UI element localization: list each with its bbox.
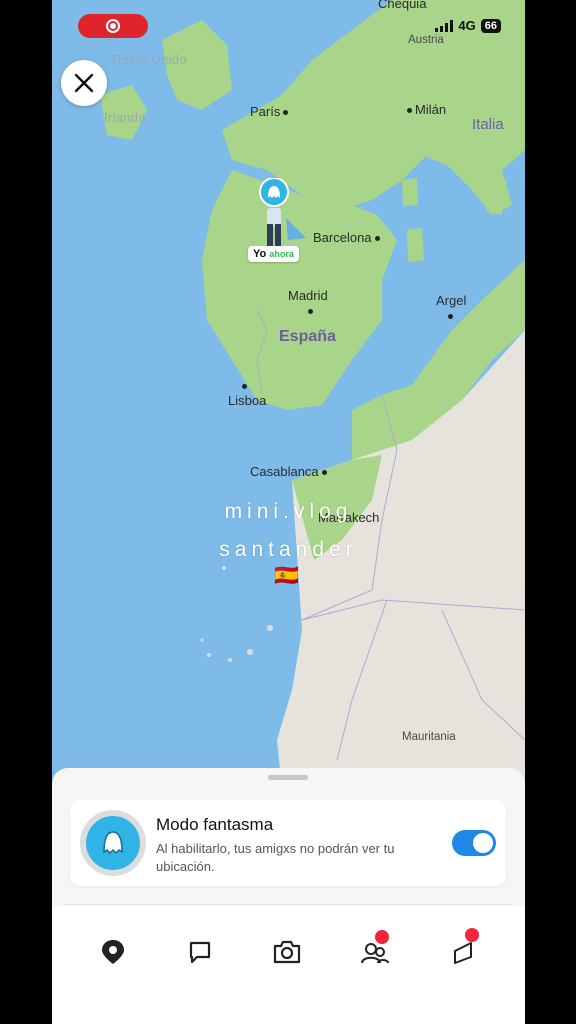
bottom-nav <box>52 906 525 1024</box>
map-label-casablanca: Casablanca <box>250 464 330 479</box>
nav-chat[interactable] <box>184 936 216 968</box>
stories-badge <box>465 928 479 942</box>
ghost-icon <box>103 831 123 855</box>
map-label-italia: Italia <box>472 116 504 133</box>
avatar <box>80 810 146 876</box>
sheet-drag-handle[interactable] <box>268 775 308 780</box>
map-label-argel: Argel <box>436 293 466 323</box>
status-bar: 4G 66 <box>52 14 525 44</box>
map-label-paris: París <box>250 104 291 119</box>
close-button[interactable] <box>61 60 107 106</box>
nav-camera[interactable] <box>271 936 303 968</box>
map-label-milan: Milán <box>404 102 446 117</box>
me-label: Yo ahora <box>248 246 299 262</box>
ghost-mode-card: Modo fantasma Al habilitarlo, tus amigxs… <box>70 800 506 886</box>
close-icon <box>74 73 94 93</box>
stories-icon <box>454 942 472 964</box>
map-pin-icon <box>102 940 124 964</box>
ghost-mode-description: Al habilitarlo, tus amigxs no podrán ver… <box>156 841 395 874</box>
map-label-mauritania: Mauritania <box>402 731 456 743</box>
screen-record-icon <box>106 19 120 33</box>
battery-indicator: 66 <box>480 18 501 33</box>
story-text-line1: mini.vlog <box>224 500 353 523</box>
phone-screen: Chequia Austria Reino Unido Irlanda Parí… <box>52 0 525 1024</box>
chat-icon <box>189 941 211 964</box>
friends-badge <box>375 930 389 944</box>
signal-icon <box>435 19 454 32</box>
map-label-espana: España <box>279 328 336 345</box>
bottom-sheet: Modo fantasma Al habilitarlo, tus amigxs… <box>52 768 525 1024</box>
camera-icon <box>273 940 301 964</box>
status-icons: 4G 66 <box>435 18 501 33</box>
flag-spain-emoji: 🇪🇸 <box>274 565 299 587</box>
ghost-mode-title: Modo fantasma <box>156 815 274 834</box>
divider <box>64 904 512 905</box>
network-type: 4G <box>458 18 476 33</box>
screen-record-indicator[interactable] <box>78 14 148 38</box>
nav-map[interactable] <box>97 936 129 968</box>
map-label-irlanda: Irlanda <box>104 110 146 125</box>
map-label-reino-unido: Reino Unido <box>112 52 187 67</box>
nav-stories[interactable] <box>447 928 479 968</box>
map-label-lisboa: Lisboa <box>228 378 266 408</box>
map-view[interactable]: Chequia Austria Reino Unido Irlanda Parí… <box>52 0 525 790</box>
story-text-line2: santander <box>219 538 358 561</box>
ghost-mode-toggle[interactable] <box>452 830 496 856</box>
map-label-barcelona: Barcelona <box>313 230 383 245</box>
nav-friends[interactable] <box>359 930 391 968</box>
map-label-madrid: Madrid <box>288 288 328 318</box>
map-label-chequia: Chequia <box>378 0 427 11</box>
